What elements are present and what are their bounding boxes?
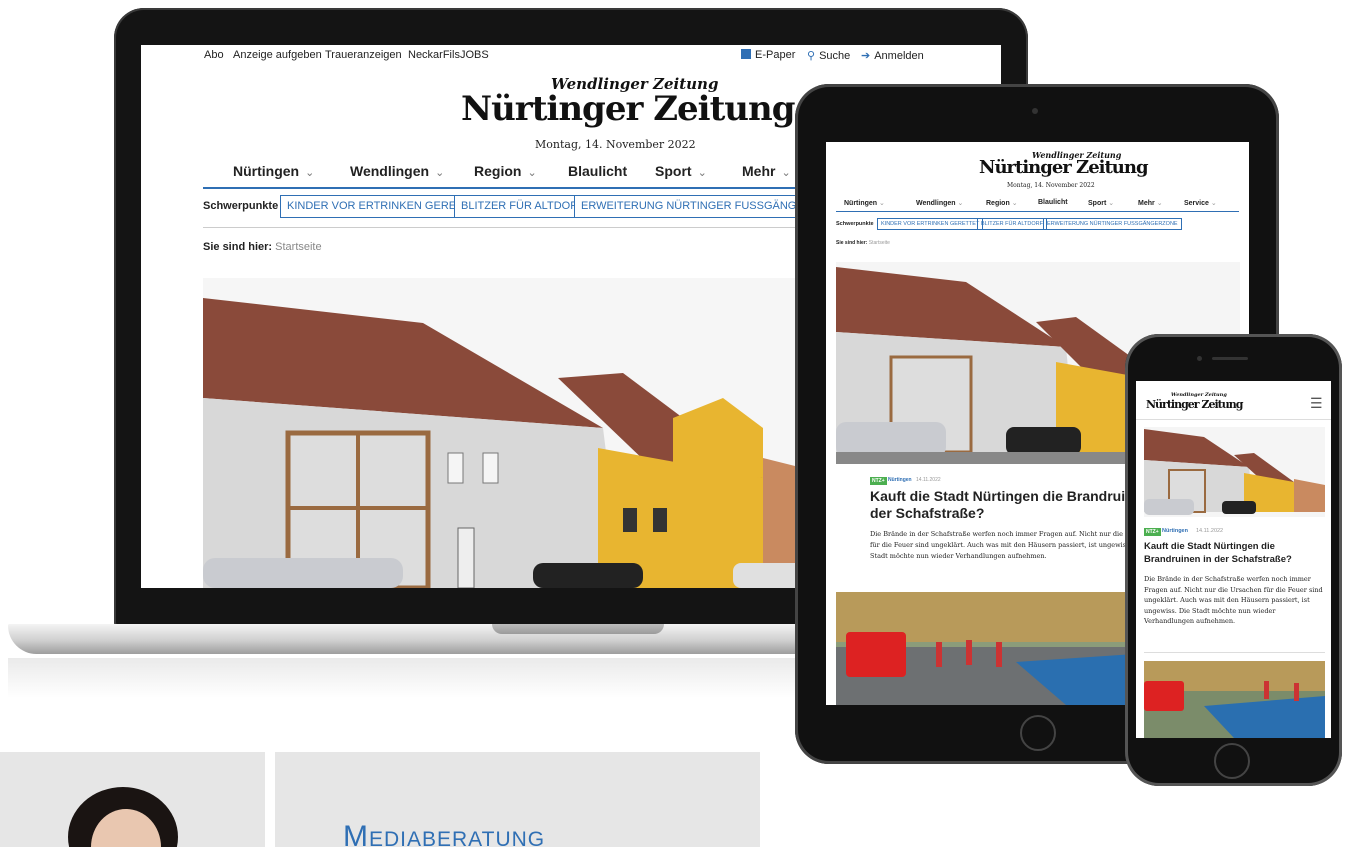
- tablet-logo[interactable]: Nürtinger Zeitung: [979, 157, 1149, 178]
- phone-speaker: [1212, 357, 1248, 360]
- tablet-article-date: 14.11.2022: [916, 477, 941, 483]
- phone-second-image[interactable]: [1144, 661, 1325, 738]
- chevron-down-icon: ⌄: [305, 167, 315, 179]
- chevron-down-icon: ⌄: [435, 167, 445, 179]
- chevron-down-icon: ⌄: [1108, 200, 1115, 207]
- topbar-link-abo[interactable]: Abo: [204, 49, 224, 61]
- phone-article-teaser: Die Brände in der Schafstraße werfen noc…: [1144, 575, 1323, 625]
- tablet-topic-blitzer[interactable]: BLITZER FÜR ALTDORF: [977, 218, 1047, 230]
- tablet-home-button[interactable]: [1020, 715, 1056, 751]
- nav-region[interactable]: Region ⌄: [474, 163, 537, 179]
- topbar-link-jobs[interactable]: NeckarFilsJOBS: [408, 49, 489, 61]
- phone-hero-image[interactable]: [1144, 427, 1325, 517]
- phone-divider: [1144, 652, 1325, 653]
- tablet-schwerpunkte-label: Schwerpunkte: [836, 221, 874, 227]
- tablet-nav-nuertingen[interactable]: Nürtingen ⌄: [844, 199, 885, 207]
- breadcrumb-current[interactable]: Startseite: [275, 241, 321, 253]
- phone-article-headline[interactable]: Kauft die Stadt Nürtingen die Brandruine…: [1144, 540, 1324, 566]
- chevron-down-icon: ⌄: [957, 200, 964, 207]
- laptop-notch: [492, 624, 664, 634]
- tablet-nav-blaulicht[interactable]: Blaulicht: [1038, 199, 1068, 206]
- portrait-panel: [0, 752, 265, 847]
- phone-header-divider: [1136, 419, 1331, 420]
- tablet-article-badge: NTZ+: [870, 477, 887, 485]
- phone-article-badge: NTZ+: [1144, 528, 1161, 536]
- nav-blaulicht[interactable]: Blaulicht: [568, 163, 627, 179]
- chevron-down-icon: ⌄: [697, 167, 707, 179]
- chevron-down-icon: ⌄: [781, 167, 791, 179]
- search-link[interactable]: ⚲ Suche: [807, 49, 850, 62]
- tablet-nav-sport[interactable]: Sport ⌄: [1088, 199, 1114, 207]
- date-line: Montag, 14. November 2022: [535, 138, 696, 151]
- chevron-down-icon: ⌄: [1011, 200, 1018, 207]
- tablet-article-category[interactable]: Nürtingen: [888, 477, 912, 483]
- search-icon: ⚲: [807, 50, 816, 62]
- tablet-nav-wendlingen[interactable]: Wendlingen ⌄: [916, 199, 963, 207]
- tablet-topic-fussgaengerzone[interactable]: ERWEITERUNG NÜRTINGER FUSSGÄNGERZONE: [1043, 218, 1182, 230]
- tablet-breadcrumb: Sie sind hier: Startseite: [836, 240, 890, 246]
- tablet-nav-divider: [836, 211, 1239, 212]
- nav-wendlingen[interactable]: Wendlingen ⌄: [350, 163, 444, 179]
- phone-logo[interactable]: Nürtinger Zeitung: [1146, 398, 1243, 411]
- login-link[interactable]: ➔ Anmelden: [861, 49, 924, 62]
- chevron-down-icon: ⌄: [1156, 200, 1163, 207]
- tablet-nav-service[interactable]: Service ⌄: [1184, 199, 1217, 207]
- nav-sport[interactable]: Sport ⌄: [655, 163, 707, 179]
- mediaberatung-panel: Mediaberatung: [275, 752, 760, 853]
- phone-home-button[interactable]: [1214, 743, 1250, 779]
- tablet-camera: [1032, 108, 1038, 114]
- tablet-nav-region[interactable]: Region ⌄: [986, 199, 1018, 207]
- schwerpunkte-label: Schwerpunkte: [203, 200, 279, 212]
- hamburger-menu-icon[interactable]: ☰: [1310, 395, 1323, 412]
- logo[interactable]: Nürtinger Zeitung: [461, 89, 795, 129]
- tablet-article-teaser: Die Brände in der Schafstraße werfen noc…: [870, 530, 1157, 560]
- phone-article-category[interactable]: Nürtingen: [1162, 528, 1188, 534]
- topic-button-blitzer[interactable]: BLITZER FÜR ALTDORF: [454, 195, 592, 218]
- tablet-topic-kinder[interactable]: KINDER VOR ERTRINKEN GERETTET: [877, 218, 984, 230]
- portrait-photo: [68, 787, 178, 847]
- nav-mehr[interactable]: Mehr ⌄: [742, 163, 791, 179]
- breadcrumb: Sie sind hier: Startseite: [203, 241, 322, 253]
- hero-image[interactable]: [203, 278, 843, 588]
- nav-nuertingen[interactable]: Nürtingen ⌄: [233, 163, 314, 179]
- phone-article-date: 14.11.2022: [1196, 528, 1224, 534]
- tablet-nav-mehr[interactable]: Mehr ⌄: [1138, 199, 1163, 207]
- topbar-link-anzeige[interactable]: Anzeige aufgeben: [233, 49, 322, 61]
- chevron-down-icon: ⌄: [527, 167, 537, 179]
- epaper-icon: [741, 49, 751, 59]
- epaper-link[interactable]: E-Paper: [741, 49, 795, 61]
- phone-screen: Wendlinger Zeitung Nürtinger Zeitung ☰ N…: [1136, 381, 1331, 738]
- phone-camera: [1197, 356, 1202, 361]
- chevron-down-icon: ⌄: [1210, 200, 1217, 207]
- login-icon: ➔: [861, 50, 871, 62]
- chevron-down-icon: ⌄: [879, 200, 885, 207]
- mediaberatung-heading: Mediaberatung: [343, 820, 546, 853]
- tablet-date-line: Montag, 14. November 2022: [1007, 182, 1095, 189]
- topbar-link-traueranzeigen[interactable]: Traueranzeigen: [325, 49, 402, 61]
